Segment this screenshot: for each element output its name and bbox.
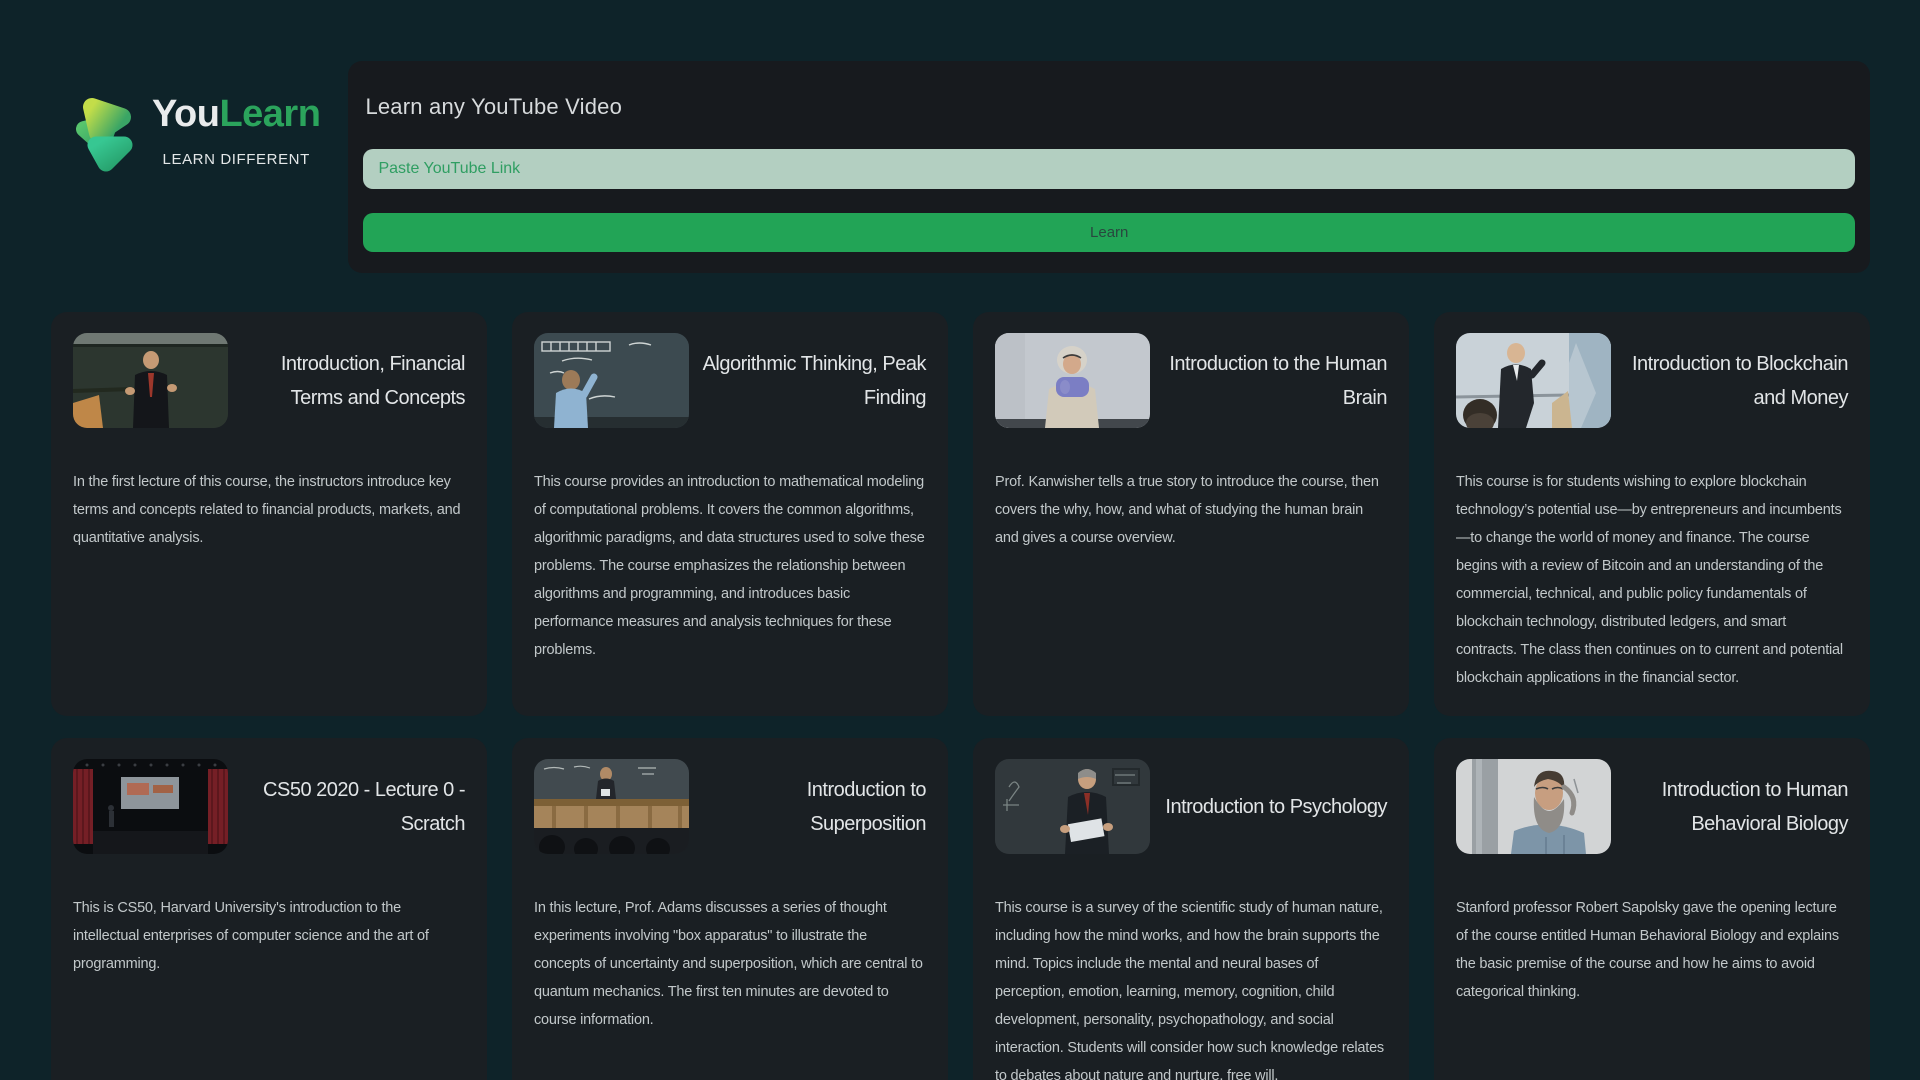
thumbnail-financial-lecture-image xyxy=(73,333,228,428)
thumbnail-cs50-stage-image xyxy=(73,759,228,854)
course-title: Algorithmic Thinking, Peak Finding xyxy=(701,347,926,415)
course-description: This is CS50, Harvard University's intro… xyxy=(73,894,465,978)
course-description: This course is a survey of the scientifi… xyxy=(995,894,1387,1080)
course-card-superposition[interactable]: Introduction to Superposition In this le… xyxy=(512,738,948,1080)
thumbnail-algorithms-lecture-image xyxy=(534,333,689,428)
learn-button[interactable]: Learn xyxy=(363,213,1855,252)
thumbnail-human-brain-lecture-image xyxy=(995,333,1150,428)
panel-title: Learn any YouTube Video xyxy=(365,94,1855,120)
course-title: Introduction to Blockchain and Money xyxy=(1623,347,1848,415)
thumbnail-blockchain-lecture-image xyxy=(1456,333,1611,428)
thumbnail-superposition-lecture-image xyxy=(534,759,689,854)
course-description: Prof. Kanwisher tells a true story to in… xyxy=(995,468,1387,552)
course-title: Introduction to Psychology xyxy=(1162,790,1387,824)
thumbnail-sapolsky-lecture-image xyxy=(1456,759,1611,854)
course-card-human-brain[interactable]: Introduction to the Human Brain Prof. Ka… xyxy=(973,312,1409,716)
course-title: Introduction to Human Behavioral Biology xyxy=(1623,773,1848,841)
brand: YouLearn LEARN DIFFERENT xyxy=(76,95,320,182)
course-title: Introduction to Superposition xyxy=(701,773,926,841)
top-bar: YouLearn LEARN DIFFERENT Learn any YouTu… xyxy=(0,0,1920,273)
course-grid: Introduction, Financial Terms and Concep… xyxy=(51,312,1870,1080)
course-card-algorithmic-thinking[interactable]: Algorithmic Thinking, Peak Finding This … xyxy=(512,312,948,716)
thumbnail-psychology-lecture-image xyxy=(995,759,1150,854)
course-card-financial-terms[interactable]: Introduction, Financial Terms and Concep… xyxy=(51,312,487,716)
course-title: CS50 2020 - Lecture 0 - Scratch xyxy=(240,773,465,841)
course-description: In the first lecture of this course, the… xyxy=(73,468,465,552)
course-card-psychology[interactable]: Introduction to Psychology This course i… xyxy=(973,738,1409,1080)
youlearn-logo-icon xyxy=(76,95,140,182)
brand-name: YouLearn xyxy=(152,95,320,133)
course-card-blockchain-money[interactable]: Introduction to Blockchain and Money Thi… xyxy=(1434,312,1870,716)
learn-panel: Learn any YouTube Video Learn xyxy=(348,61,1870,273)
course-description: In this lecture, Prof. Adams discusses a… xyxy=(534,894,926,1034)
course-description: This course provides an introduction to … xyxy=(534,468,926,664)
course-card-behavioral-biology[interactable]: Introduction to Human Behavioral Biology… xyxy=(1434,738,1870,1080)
course-card-cs50-scratch[interactable]: CS50 2020 - Lecture 0 - Scratch This is … xyxy=(51,738,487,1080)
course-title: Introduction, Financial Terms and Concep… xyxy=(240,347,465,415)
course-description: This course is for students wishing to e… xyxy=(1456,468,1848,692)
course-description: Stanford professor Robert Sapolsky gave … xyxy=(1456,894,1848,1006)
brand-tagline: LEARN DIFFERENT xyxy=(163,151,310,168)
youtube-link-input[interactable] xyxy=(363,149,1855,189)
course-title: Introduction to the Human Brain xyxy=(1162,347,1387,415)
